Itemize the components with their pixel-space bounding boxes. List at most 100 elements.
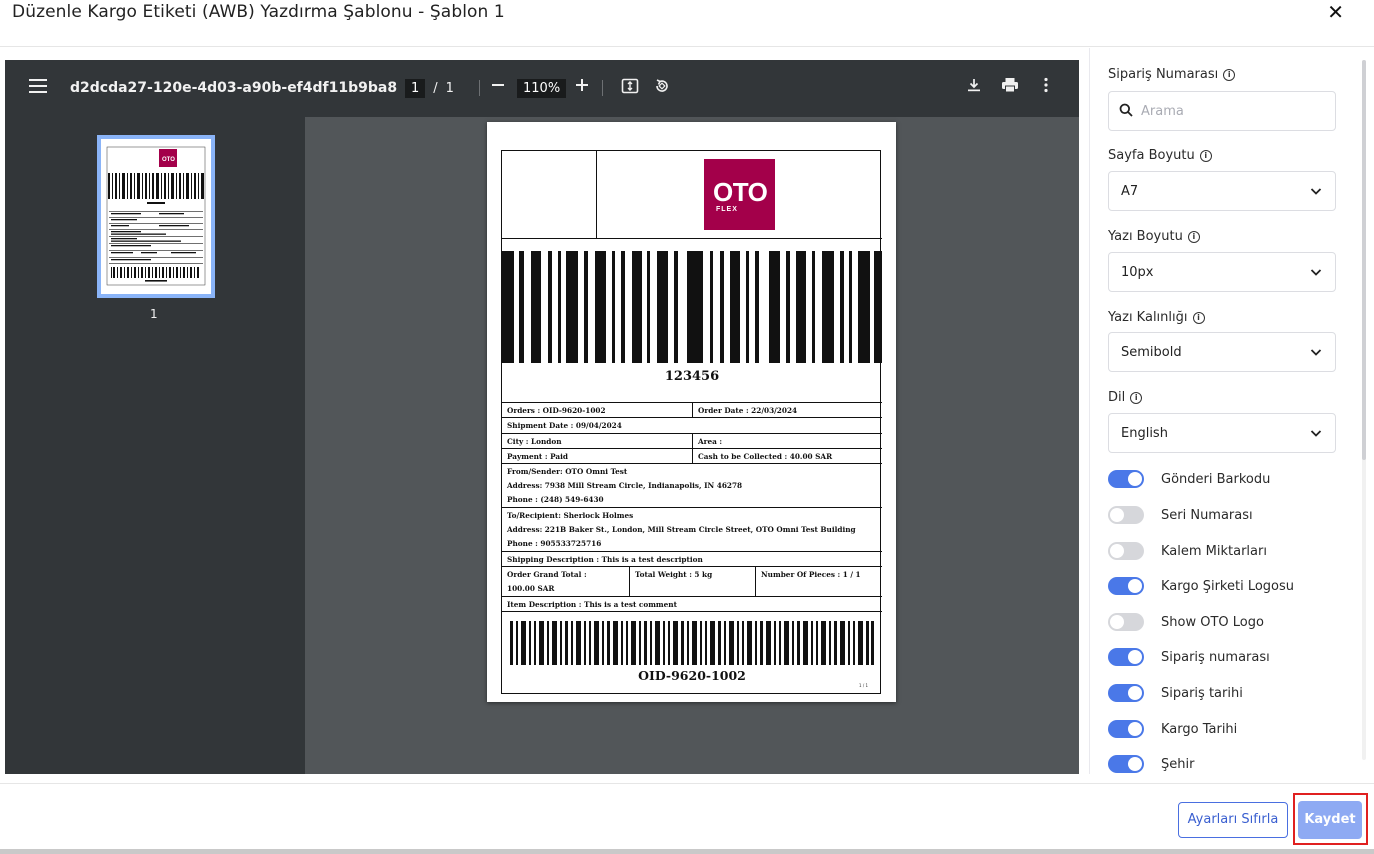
thumbnail-sidebar: OTO 1 bbox=[5, 117, 305, 774]
font-size-select[interactable]: 10px bbox=[1108, 252, 1336, 292]
fit-page-icon[interactable] bbox=[619, 77, 641, 100]
grand-total-cell: Order Grand Total : 100.00 SAR bbox=[502, 567, 629, 596]
settings-panel: Sipariş Numarası i Arama Sayfa Boyutu i … bbox=[1089, 48, 1374, 774]
save-button[interactable]: Kaydet bbox=[1298, 801, 1362, 839]
footer-bottom-bar bbox=[0, 849, 1374, 854]
toggle-label: Sipariş tarihi bbox=[1161, 685, 1243, 701]
oto-flex-logo: OTO FLEX bbox=[704, 159, 775, 230]
recipient-name: To/Recipient: Sherlock Holmes bbox=[507, 511, 634, 520]
payment-row: Payment : Paid Cash to be Collected : 40… bbox=[502, 448, 882, 463]
search-icon bbox=[1119, 103, 1133, 117]
logo-subtext: FLEX bbox=[716, 206, 738, 213]
sender-address: Address: 7938 Mill Stream Circle, Indian… bbox=[507, 481, 743, 490]
toggle-label: Şehir bbox=[1161, 756, 1195, 772]
toggle-row-carrier-logo: Kargo Şirketi Logosu bbox=[1108, 577, 1294, 595]
search-placeholder: Arama bbox=[1141, 104, 1184, 119]
font-weight-label-text: Yazı Kalınlığı bbox=[1108, 310, 1188, 325]
info-icon[interactable]: i bbox=[1199, 149, 1212, 162]
city-toggle[interactable] bbox=[1108, 755, 1144, 773]
toggle-label: Kargo Tarihi bbox=[1161, 721, 1238, 737]
order-search-input[interactable]: Arama bbox=[1108, 91, 1336, 131]
toolbar-divider bbox=[479, 80, 480, 96]
shipping-date-toggle[interactable] bbox=[1108, 720, 1144, 738]
item-description-row: Item Description : This is a test commen… bbox=[502, 596, 882, 612]
shipment-barcode bbox=[502, 251, 882, 363]
pdf-toolbar: d2dcda27-120e-4d03-a90b-ef4df11b9ba8 1 /… bbox=[5, 60, 1079, 117]
font-weight-select[interactable]: Semibold bbox=[1108, 332, 1336, 372]
item-quantities-toggle[interactable] bbox=[1108, 542, 1144, 560]
info-icon[interactable]: i bbox=[1187, 230, 1200, 243]
total-weight-cell: Total Weight : 5 kg bbox=[629, 567, 755, 596]
zoom-level-input[interactable]: 110% bbox=[517, 79, 567, 98]
page-size-select[interactable]: A7 bbox=[1108, 171, 1336, 211]
toggle-label: Sipariş numarası bbox=[1161, 649, 1270, 665]
toggle-label: Seri Numarası bbox=[1161, 507, 1253, 523]
toggle-row-serial-number: Seri Numarası bbox=[1108, 506, 1253, 524]
logo-text: OTO bbox=[713, 177, 768, 207]
cash-cell: Cash to be Collected : 40.00 SAR bbox=[692, 449, 882, 463]
shipment-date-cell: Shipment Date : 09/04/2024 bbox=[507, 421, 622, 430]
toggle-row-shipping-date: Kargo Tarihi bbox=[1108, 720, 1237, 738]
font-size-label: Yazı Boyutu i bbox=[1108, 229, 1200, 244]
carrier-logo-toggle[interactable] bbox=[1108, 577, 1144, 595]
page-separator: / bbox=[433, 81, 438, 96]
pieces-cell: Number Of Pieces : 1 / 1 bbox=[755, 567, 882, 596]
toggle-row-oto-logo: Show OTO Logo bbox=[1108, 613, 1264, 631]
scrollbar-thumb[interactable] bbox=[1362, 60, 1366, 460]
order-barcode bbox=[510, 621, 874, 665]
menu-icon[interactable] bbox=[29, 79, 47, 93]
shipment-barcode-toggle[interactable] bbox=[1108, 470, 1144, 488]
serial-number-toggle[interactable] bbox=[1108, 506, 1144, 524]
shipping-description-cell: Shipping Description : This is a test de… bbox=[507, 555, 703, 564]
item-description-cell: Item Description : This is a test commen… bbox=[507, 600, 677, 609]
rotate-icon[interactable] bbox=[651, 77, 673, 100]
grand-total-label: Order Grand Total : bbox=[507, 570, 587, 579]
toggle-row-order-date: Sipariş tarihi bbox=[1108, 684, 1243, 702]
page-size-label: Sayfa Boyutu i bbox=[1108, 148, 1212, 163]
oto-logo-toggle[interactable] bbox=[1108, 613, 1144, 631]
page-thumbnail[interactable]: OTO bbox=[97, 135, 215, 298]
toggle-label: Show OTO Logo bbox=[1161, 614, 1264, 630]
font-weight-value: Semibold bbox=[1121, 345, 1182, 360]
thumbnail-page-number: 1 bbox=[150, 307, 158, 321]
order-date-cell: Order Date : 22/03/2024 bbox=[692, 403, 882, 417]
area-cell: Area : bbox=[692, 434, 882, 448]
zoom-out-icon[interactable] bbox=[487, 77, 509, 97]
page-size-value: A7 bbox=[1121, 184, 1139, 199]
chevron-down-icon bbox=[1310, 188, 1322, 195]
orders-cell: Orders : OID-9620-1002 bbox=[507, 406, 606, 415]
toggle-label: Kargo Şirketi Logosu bbox=[1161, 578, 1295, 594]
info-icon[interactable]: i bbox=[1192, 311, 1205, 324]
logo-left-cell bbox=[502, 151, 597, 239]
order-date-toggle[interactable] bbox=[1108, 684, 1144, 702]
sender-name: From/Sender: OTO Omni Test bbox=[507, 467, 628, 476]
zoom-in-icon[interactable] bbox=[571, 77, 593, 97]
language-select[interactable]: English bbox=[1108, 413, 1336, 453]
order-barcode-number: OID-9620-1002 bbox=[638, 668, 746, 683]
info-icon[interactable]: i bbox=[1130, 391, 1143, 404]
info-icon[interactable]: i bbox=[1223, 68, 1236, 81]
toggle-row-order-number: Sipariş numarası bbox=[1108, 648, 1270, 666]
payment-cell: Payment : Paid bbox=[507, 452, 568, 461]
page-number-input[interactable]: 1 bbox=[405, 79, 426, 98]
print-icon[interactable] bbox=[999, 77, 1021, 98]
sender-row: From/Sender: OTO Omni Test Address: 7938… bbox=[502, 463, 882, 507]
order-number-label-text: Sipariş Numarası bbox=[1108, 67, 1219, 82]
close-icon[interactable]: ✕ bbox=[1327, 1, 1344, 23]
order-number-toggle[interactable] bbox=[1108, 648, 1144, 666]
reset-settings-button[interactable]: Ayarları Sıfırla bbox=[1178, 802, 1288, 838]
page-size-label-text: Sayfa Boyutu bbox=[1108, 148, 1195, 163]
download-icon[interactable] bbox=[963, 77, 985, 98]
pdf-viewer: d2dcda27-120e-4d03-a90b-ef4df11b9ba8 1 /… bbox=[5, 60, 1079, 774]
recipient-address: Address: 221B Baker St., London, Mill St… bbox=[507, 525, 856, 534]
language-value: English bbox=[1121, 426, 1168, 441]
modal-footer bbox=[0, 783, 1374, 854]
order-number-label: Sipariş Numarası i bbox=[1108, 67, 1236, 82]
sender-phone: Phone : (248) 549-6430 bbox=[507, 495, 604, 504]
more-options-icon[interactable] bbox=[1035, 77, 1057, 98]
logo-row: OTO FLEX bbox=[502, 151, 882, 239]
shipping-description-row: Shipping Description : This is a test de… bbox=[502, 551, 882, 566]
toggle-row-shipment-barcode: Gönderi Barkodu bbox=[1108, 470, 1270, 488]
recipient-row: To/Recipient: Sherlock Holmes Address: 2… bbox=[502, 507, 882, 551]
document-page: OTO FLEX 123456 Orders : OID-9620-1002 O… bbox=[487, 122, 896, 702]
